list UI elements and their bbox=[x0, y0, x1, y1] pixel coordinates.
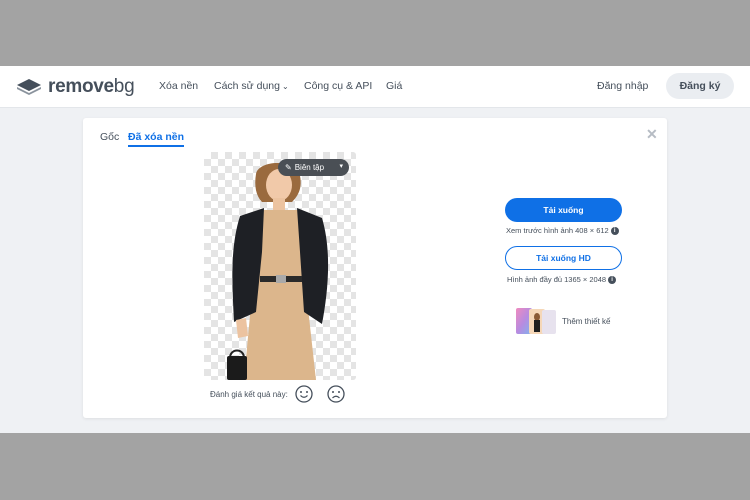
tab-removed-background[interactable]: Đã xóa nền bbox=[128, 131, 185, 147]
close-icon[interactable]: ✕ bbox=[646, 126, 658, 143]
edit-label: Biên tập bbox=[294, 163, 325, 172]
logo-icon bbox=[17, 79, 41, 95]
happy-face-icon[interactable] bbox=[295, 385, 313, 403]
info-icon[interactable]: i bbox=[610, 227, 619, 236]
top-navbar: removebg Xóa nền Cách sử dụng ⌄ Công cụ &… bbox=[0, 66, 750, 108]
login-link[interactable]: Đăng nhập bbox=[597, 80, 648, 92]
rate-result-label: Đánh giá kết quả này: bbox=[210, 390, 288, 399]
caret-down-icon[interactable]: ▾ bbox=[339, 162, 343, 170]
full-size-note: Hình ảnh đầy đủ 1365 × 2048 i bbox=[507, 275, 617, 285]
logo-text: removebg bbox=[48, 76, 135, 97]
result-image-preview bbox=[204, 152, 356, 380]
tab-original[interactable]: Gốc bbox=[100, 131, 119, 143]
nav-how-to-use[interactable]: Cách sử dụng ⌄ bbox=[214, 80, 289, 92]
design-templates-thumbnail[interactable] bbox=[516, 308, 558, 334]
add-design-link[interactable]: Thêm thiết kế bbox=[562, 317, 610, 326]
info-icon[interactable]: i bbox=[608, 276, 617, 285]
pencil-icon: ✎ bbox=[285, 163, 292, 172]
nav-remove-background[interactable]: Xóa nền bbox=[159, 80, 198, 92]
chevron-down-icon: ⌄ bbox=[281, 82, 289, 91]
download-hd-button[interactable]: Tải xuống HD bbox=[505, 246, 622, 270]
page-area: removebg Xóa nền Cách sử dụng ⌄ Công cụ &… bbox=[0, 66, 750, 433]
removebg-logo[interactable]: removebg bbox=[16, 76, 135, 98]
sad-face-icon[interactable] bbox=[327, 385, 345, 403]
download-button[interactable]: Tải xuống bbox=[505, 198, 622, 222]
result-card: Gốc Đã xóa nền ✕ ✎ Biên tập ▾ Đánh giá k… bbox=[83, 118, 667, 418]
nav-pricing[interactable]: Giá bbox=[386, 80, 402, 92]
nav-tools-api[interactable]: Công cụ & API bbox=[304, 80, 372, 92]
signup-button[interactable]: Đăng ký bbox=[666, 73, 734, 99]
subject-cutout-image bbox=[227, 163, 329, 380]
preview-size-note: Xem trước hình ảnh 408 × 612 i bbox=[506, 226, 619, 236]
edit-button[interactable]: ✎ Biên tập ▾ bbox=[278, 159, 349, 176]
